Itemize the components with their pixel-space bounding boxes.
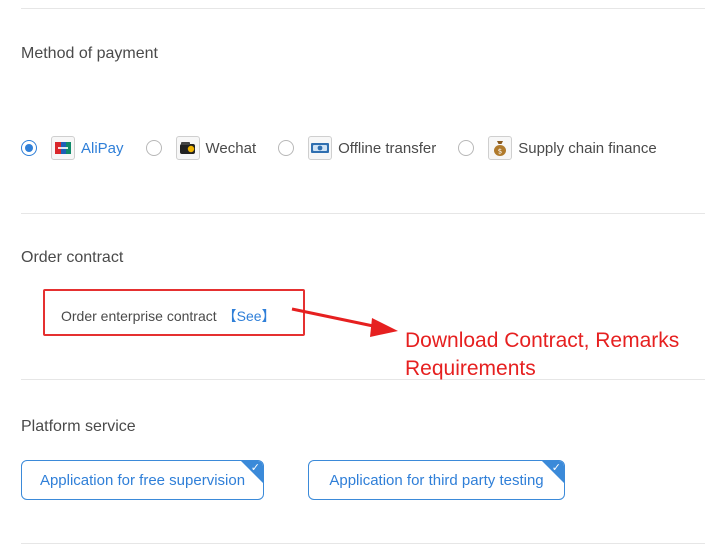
offline-transfer-label: Offline transfer: [338, 139, 437, 157]
svg-text:$: $: [498, 148, 502, 156]
wechat-radio[interactable]: [145, 140, 162, 156]
third-party-testing-button[interactable]: Application for third party testing ✓: [308, 460, 565, 500]
contract-label: Order enterprise contract: [61, 308, 217, 324]
payment-method-options: AliPay Wechat Offline transfer $ Supply …: [21, 133, 657, 163]
top-divider: [21, 8, 705, 9]
free-supervision-button[interactable]: Application for free supervision ✓: [21, 460, 264, 500]
money-bag-icon: $: [488, 136, 513, 160]
checkmark-icon: ✓: [551, 462, 561, 474]
alipay-radio[interactable]: [21, 140, 37, 156]
wechat-label: Wechat: [205, 139, 257, 157]
payment-divider: [21, 213, 705, 214]
contract-row: Order enterprise contract 【See】: [61, 306, 276, 326]
offline-transfer-radio[interactable]: [278, 140, 295, 156]
payment-option-supply-chain[interactable]: $ Supply chain finance: [458, 136, 657, 160]
service-divider: [21, 543, 705, 544]
third-party-testing-label: Application for third party testing: [329, 471, 544, 489]
payment-section-title: Method of payment: [21, 45, 158, 62]
download-contract-annotation: Download Contract, Remarks Requirements: [405, 329, 680, 380]
checkmark-icon: ✓: [250, 462, 260, 474]
payment-option-offline[interactable]: Offline transfer: [278, 136, 436, 160]
alipay-label: AliPay: [81, 139, 124, 157]
see-contract-link[interactable]: 【See】: [223, 308, 276, 324]
contract-section-title: Order contract: [21, 249, 124, 266]
supply-chain-radio[interactable]: [458, 140, 475, 156]
wechat-wallet-icon: [175, 136, 200, 160]
supply-chain-label: Supply chain finance: [518, 139, 657, 157]
free-supervision-label: Application for free supervision: [39, 471, 246, 489]
payment-option-alipay[interactable]: AliPay: [21, 136, 124, 160]
platform-service-title: Platform service: [21, 418, 136, 435]
bank-card-icon: [51, 136, 75, 160]
payment-option-wechat[interactable]: Wechat: [145, 136, 257, 160]
cash-transfer-icon: [308, 136, 333, 160]
